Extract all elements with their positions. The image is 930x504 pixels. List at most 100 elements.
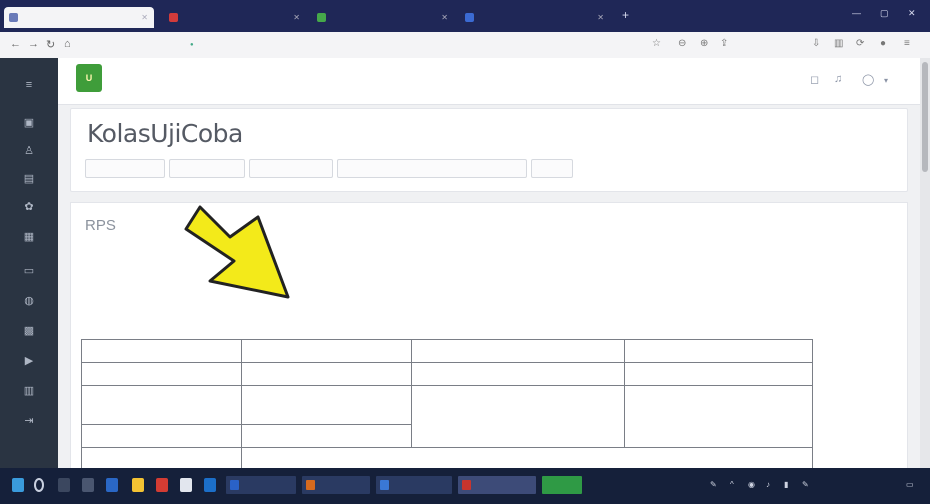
notification-center-icon[interactable]: ▭ <box>906 480 914 489</box>
app-icon <box>546 480 555 490</box>
forward-icon[interactable]: → <box>28 38 39 50</box>
table-cell-label <box>81 385 242 425</box>
site-header: U ◻ ♫ ◯ ▾ <box>58 58 920 105</box>
share-icon[interactable]: ⇪ <box>720 38 728 49</box>
table-cell-label <box>411 385 625 448</box>
windows-taskbar: ✎ ^ ◉ ♪ ▮ ✎ ▭ <box>0 468 930 504</box>
chevron-up-icon[interactable]: ^ <box>730 480 734 489</box>
annotation-arrow-icon <box>184 205 290 299</box>
files-icon[interactable]: ▥ <box>22 384 36 398</box>
course-tab[interactable] <box>249 159 333 178</box>
logout-icon[interactable]: ⇥ <box>22 414 36 428</box>
app-icon <box>462 480 471 490</box>
taskbar-app[interactable] <box>302 476 370 494</box>
library-icon[interactable]: ▥ <box>834 38 843 49</box>
settings-icon[interactable]: ✿ <box>22 200 36 214</box>
chat-icon[interactable]: ◻ <box>810 73 819 86</box>
back-icon[interactable]: ← <box>10 38 21 50</box>
maximize-icon[interactable]: ▢ <box>880 8 889 19</box>
calendar-icon[interactable]: ▭ <box>22 264 36 278</box>
lms-sidebar: ≡ ▣ ♙ ▤ ✿ ▦ ▭ ◍ ▩ ▶ ▥ ⇥ <box>0 58 58 468</box>
new-tab-icon[interactable]: + <box>622 8 629 22</box>
close-window-icon[interactable]: ✕ <box>908 8 916 19</box>
course-tab[interactable] <box>169 159 245 178</box>
zoom-icon[interactable]: ⊖ <box>678 38 686 49</box>
close-tab-icon[interactable]: ✕ <box>597 7 604 28</box>
network-icon[interactable]: ◉ <box>748 480 755 489</box>
extension-icon[interactable]: ⊕ <box>700 38 708 49</box>
chart-icon[interactable]: ▤ <box>22 172 36 186</box>
table-row <box>81 385 813 448</box>
course-title: KolasUjiCoba <box>87 119 243 148</box>
taskbar-app[interactable] <box>376 476 452 494</box>
sync-icon[interactable]: ⟳ <box>856 38 864 49</box>
app-icon[interactable] <box>204 478 216 492</box>
table-cell <box>624 339 813 363</box>
task-view-icon[interactable] <box>58 478 70 492</box>
table-cell <box>241 339 412 363</box>
dashboard-icon[interactable]: ▣ <box>22 116 36 130</box>
taskbar-app[interactable] <box>458 476 536 494</box>
section-heading: RPS <box>85 217 116 234</box>
tab-favicon-icon <box>317 13 326 22</box>
bookmark-icon[interactable]: ☆ <box>652 38 661 49</box>
table-cell <box>624 385 813 448</box>
course-tab[interactable] <box>85 159 165 178</box>
notification-icon[interactable]: ♫ <box>834 73 842 85</box>
app-icon[interactable] <box>156 478 168 492</box>
menu-icon[interactable]: ≡ <box>904 38 910 49</box>
users-icon[interactable]: ♙ <box>22 144 36 158</box>
browser-tab[interactable]: ✕ <box>460 7 610 28</box>
table-row <box>81 339 813 363</box>
browser-tab[interactable]: ✕ <box>312 7 454 28</box>
file-explorer-icon[interactable] <box>132 478 144 492</box>
app-icon <box>230 480 239 490</box>
taskbar-app[interactable] <box>226 476 296 494</box>
pen-icon[interactable]: ✎ <box>710 480 717 489</box>
volume-icon[interactable]: ♪ <box>766 480 770 489</box>
media-icon[interactable]: ▶ <box>22 354 36 368</box>
browser-tab[interactable]: ✕ <box>164 7 306 28</box>
taskbar-app[interactable] <box>542 476 582 494</box>
course-tab[interactable] <box>531 159 573 178</box>
language-icon[interactable]: ✎ <box>802 480 809 489</box>
close-tab-icon[interactable]: ✕ <box>293 7 300 28</box>
browser-tab[interactable]: ✕ <box>4 7 154 28</box>
hamburger-icon[interactable]: ≡ <box>22 78 36 92</box>
close-tab-icon[interactable]: ✕ <box>441 7 448 28</box>
app-icon <box>380 480 389 490</box>
course-tab[interactable] <box>337 159 527 178</box>
edge-icon[interactable] <box>106 478 118 492</box>
lock-icon: ● <box>190 42 194 48</box>
home-icon[interactable]: ⌂ <box>64 38 71 50</box>
table-cell-label <box>411 362 625 386</box>
page-scrollbar[interactable] <box>920 58 930 468</box>
university-logo[interactable]: U <box>76 64 102 92</box>
table-cell-label <box>81 339 242 363</box>
table-cell <box>241 424 412 448</box>
address-bar[interactable]: ● <box>185 37 625 53</box>
downloads-icon[interactable]: ⇩ <box>812 38 820 49</box>
app-icon <box>306 480 315 490</box>
chevron-down-icon[interactable]: ▾ <box>884 76 888 85</box>
message-icon[interactable]: ◍ <box>22 294 36 308</box>
start-icon[interactable] <box>12 478 24 492</box>
widgets-icon[interactable] <box>82 478 94 492</box>
browser-tab-bar: ✕ ✕ ✕ ✕ + — ▢ ✕ <box>0 0 930 32</box>
browser-toolbar: ← → ↻ ⌂ ● ☆ ⊖ ⊕ ⇪ ⇩ ▥ ⟳ ● ≡ <box>0 32 930 59</box>
scrollbar-thumb[interactable] <box>922 62 928 172</box>
battery-icon[interactable]: ▮ <box>784 480 788 489</box>
grid-icon[interactable]: ▦ <box>22 230 36 244</box>
table-cell <box>241 362 412 386</box>
search-icon[interactable] <box>34 478 44 492</box>
reload-icon[interactable]: ↻ <box>46 38 55 51</box>
tab-favicon-icon <box>465 13 474 22</box>
profile-icon[interactable]: ● <box>880 38 886 49</box>
badge-icon[interactable]: ▩ <box>22 324 36 338</box>
user-menu-icon[interactable]: ◯ <box>862 73 874 86</box>
table-cell-label <box>81 424 242 448</box>
store-icon[interactable] <box>180 478 192 492</box>
table-cell-label <box>411 339 625 363</box>
minimize-icon[interactable]: — <box>852 8 861 18</box>
close-tab-icon[interactable]: ✕ <box>141 7 148 28</box>
